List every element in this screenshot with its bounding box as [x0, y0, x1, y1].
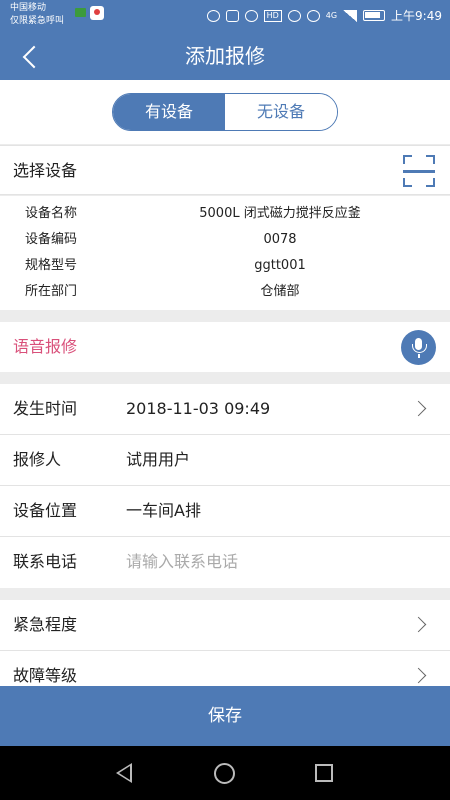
status-bar: 中国移动 仅限紧急呼叫 HD 4G 上午9:49 [0, 0, 450, 32]
reporter-row: 报修人 试用用户 [0, 435, 450, 486]
device-info-row: 设备编码 0078 [0, 227, 450, 253]
recents-square-icon[interactable] [315, 764, 333, 782]
location-app-icon [90, 6, 104, 20]
microphone-icon[interactable] [401, 330, 436, 365]
occur-time-row[interactable]: 发生时间 2018-11-03 09:49 [0, 384, 450, 435]
voice-report-label: 语音报修 [13, 337, 78, 356]
device-model-label: 规格型号 [25, 258, 78, 273]
reporter-value: 试用用户 [126, 450, 191, 469]
location-label: 设备位置 [13, 501, 78, 520]
status-icons: HD 4G 上午9:49 [206, 7, 442, 24]
save-button[interactable]: 保存 [0, 686, 450, 746]
chevron-right-icon [410, 400, 427, 417]
emergency-only: 仅限紧急呼叫 [10, 16, 65, 26]
occur-time-label: 发生时间 [13, 399, 78, 418]
wifi-icon [306, 9, 320, 22]
network-type: 4G [325, 11, 338, 20]
report-form: 发生时间 2018-11-03 09:49 报修人 试用用户 设备位置 一车间A… [0, 384, 450, 588]
select-device-label: 选择设备 [13, 161, 78, 180]
device-mode-toggle: 有设备 无设备 [112, 93, 338, 131]
clock: 上午9:49 [391, 9, 442, 23]
signal-icon [343, 9, 358, 22]
tab-without-device[interactable]: 无设备 [225, 94, 337, 130]
system-nav-bar [0, 746, 450, 800]
device-name-value: 5000L 闭式磁力搅拌反应釜 [199, 206, 361, 221]
battery-icon [363, 10, 386, 21]
chevron-right-icon [410, 667, 427, 684]
device-name-label: 设备名称 [25, 206, 78, 221]
urgency-label: 紧急程度 [13, 615, 78, 634]
phone-row[interactable]: 联系电话 请输入联系电话 [0, 537, 450, 588]
select-device-row[interactable]: 选择设备 [0, 145, 450, 195]
urgency-row[interactable]: 紧急程度 [0, 600, 450, 651]
eye-icon [287, 9, 301, 22]
nfc-icon [225, 9, 239, 22]
tab-with-device[interactable]: 有设备 [113, 94, 225, 130]
back-triangle-icon[interactable] [116, 763, 132, 783]
reporter-label: 报修人 [13, 450, 62, 469]
department-label: 所在部门 [25, 284, 78, 299]
headset-icon [206, 9, 220, 22]
alarm-icon [244, 9, 258, 22]
hd-icon: HD [263, 9, 282, 22]
nav-bar: 添加报修 [0, 32, 450, 80]
carrier-name: 中国移动 [10, 3, 47, 13]
phone-input[interactable]: 请输入联系电话 [126, 537, 238, 587]
device-info-row: 规格型号 ggtt001 [0, 253, 450, 279]
scan-qr-icon[interactable] [403, 155, 435, 187]
location-row[interactable]: 设备位置 一车间A排 [0, 486, 450, 537]
device-code-label: 设备编码 [25, 232, 78, 247]
device-info-row: 所在部门 仓储部 [0, 279, 450, 305]
device-model-value: ggtt001 [254, 258, 306, 273]
phone-label: 联系电话 [13, 552, 78, 571]
carrier-info: 中国移动 仅限紧急呼叫 [10, 2, 64, 28]
device-info-panel: 设备名称 5000L 闭式磁力搅拌反应釜 设备编码 0078 规格型号 ggtt… [0, 196, 450, 310]
location-field[interactable]: 一车间A排 [126, 486, 201, 536]
department-value: 仓储部 [260, 284, 300, 299]
sim-icon [75, 8, 86, 17]
page-title: 添加报修 [185, 44, 265, 68]
home-circle-icon[interactable] [214, 763, 235, 784]
device-code-value: 0078 [263, 232, 297, 247]
device-info-row: 设备名称 5000L 闭式磁力搅拌反应釜 [0, 201, 450, 227]
voice-report-row[interactable]: 语音报修 [0, 322, 450, 372]
device-mode-toggle-area: 有设备 无设备 [0, 80, 450, 144]
occur-time-value: 2018-11-03 09:49 [126, 399, 271, 418]
chevron-right-icon [410, 616, 427, 633]
